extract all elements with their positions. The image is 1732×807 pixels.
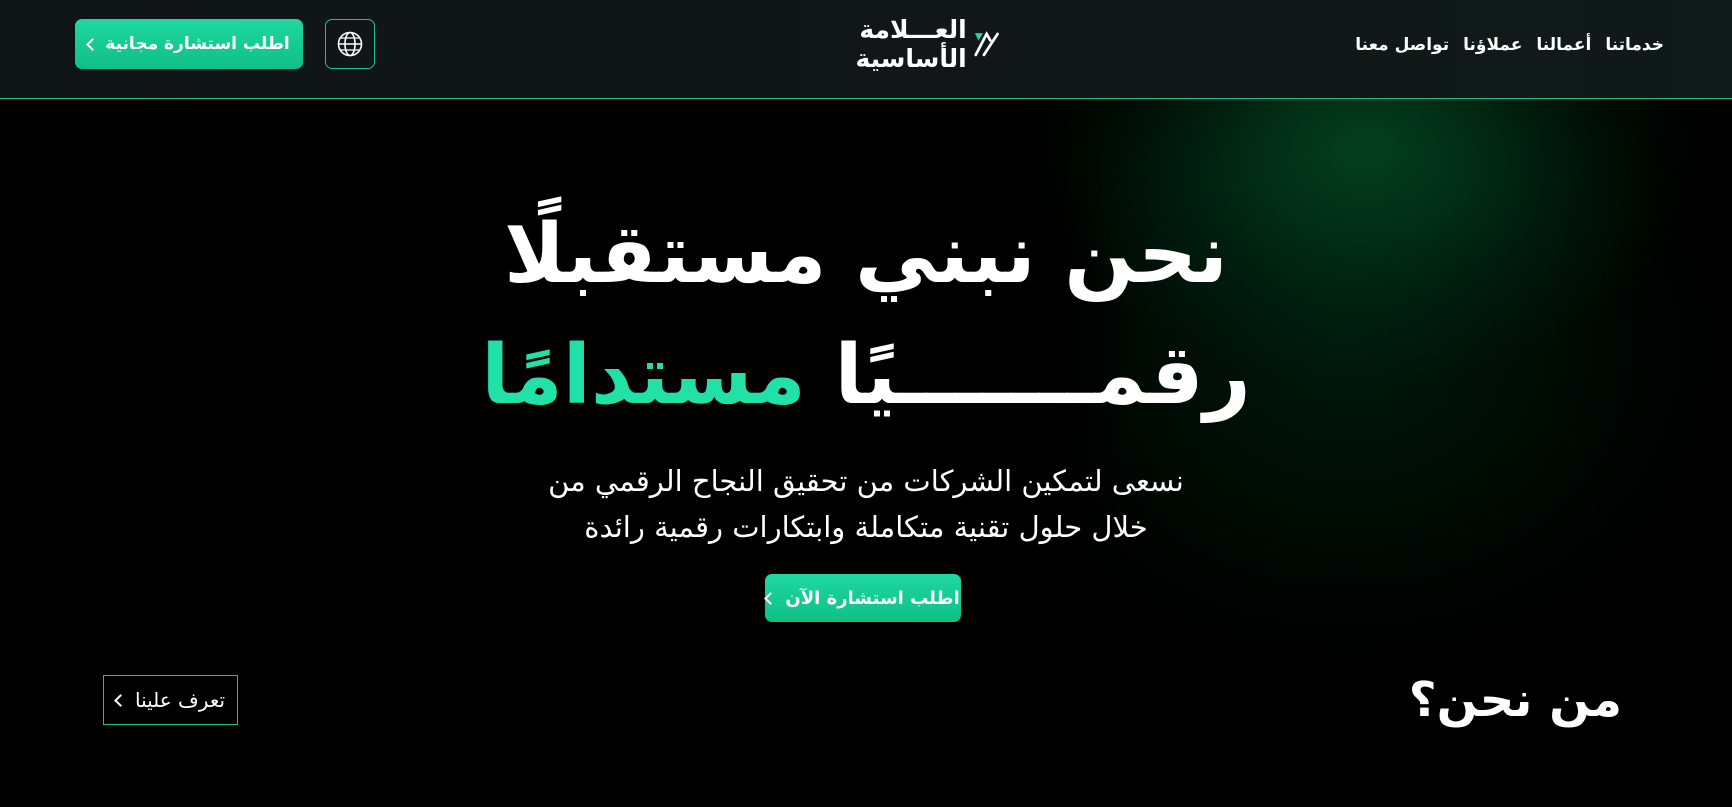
hero-title-line1: نحن نبني مستقبلًا — [504, 207, 1228, 302]
site-logo[interactable]: العـــلامة الأساسية — [760, 15, 1000, 73]
main-nav: خدماتنا أعمالنا عملاؤنا تواصل معنا — [1355, 30, 1664, 60]
about-us-button[interactable]: تعرف علينا — [103, 675, 238, 725]
hero-subtitle: نسعى لتمكين الشركات من تحقيق النجاح الرق… — [0, 458, 1732, 550]
logo-text: العـــلامة الأساسية — [855, 15, 967, 73]
consult-now-button[interactable]: اطلب استشارة الآن — [764, 574, 961, 622]
language-button[interactable] — [325, 19, 375, 69]
top-header: اطلب استشارة مجانية العـــلامة الأساسية … — [0, 0, 1732, 99]
hero-title-line2: رقمـــــــيًا مستدامًا — [0, 326, 1732, 426]
about-us-label: تعرف علينا — [134, 688, 226, 712]
logo-mark-icon — [974, 31, 999, 57]
chevron-left-icon — [114, 693, 127, 707]
consult-now-label: اطلب استشارة الآن — [785, 587, 960, 609]
hero-subtitle-line1: نسعى لتمكين الشركات من تحقيق النجاح الرق… — [548, 464, 1184, 498]
nav-item-works[interactable]: أعمالنا — [1536, 35, 1591, 55]
hero-title-word-white: رقمـــــــيًا — [834, 328, 1251, 423]
globe-icon — [337, 31, 363, 57]
chevron-left-icon — [764, 591, 778, 605]
free-consultation-label: اطلب استشارة مجانية — [105, 34, 290, 54]
nav-item-contact[interactable]: تواصل معنا — [1355, 35, 1449, 55]
hero-title-word-green: مستدامًا — [481, 328, 806, 423]
nav-item-services[interactable]: خدماتنا — [1605, 35, 1664, 55]
hero-subtitle-line2: خلال حلول تقنية متكاملة وابتكارات رقمية … — [584, 510, 1148, 544]
about-section-title: من نحن؟ — [1408, 672, 1622, 728]
chevron-left-icon — [86, 37, 100, 51]
free-consultation-button[interactable]: اطلب استشارة مجانية — [75, 19, 303, 69]
nav-item-clients[interactable]: عملاؤنا — [1463, 35, 1522, 55]
